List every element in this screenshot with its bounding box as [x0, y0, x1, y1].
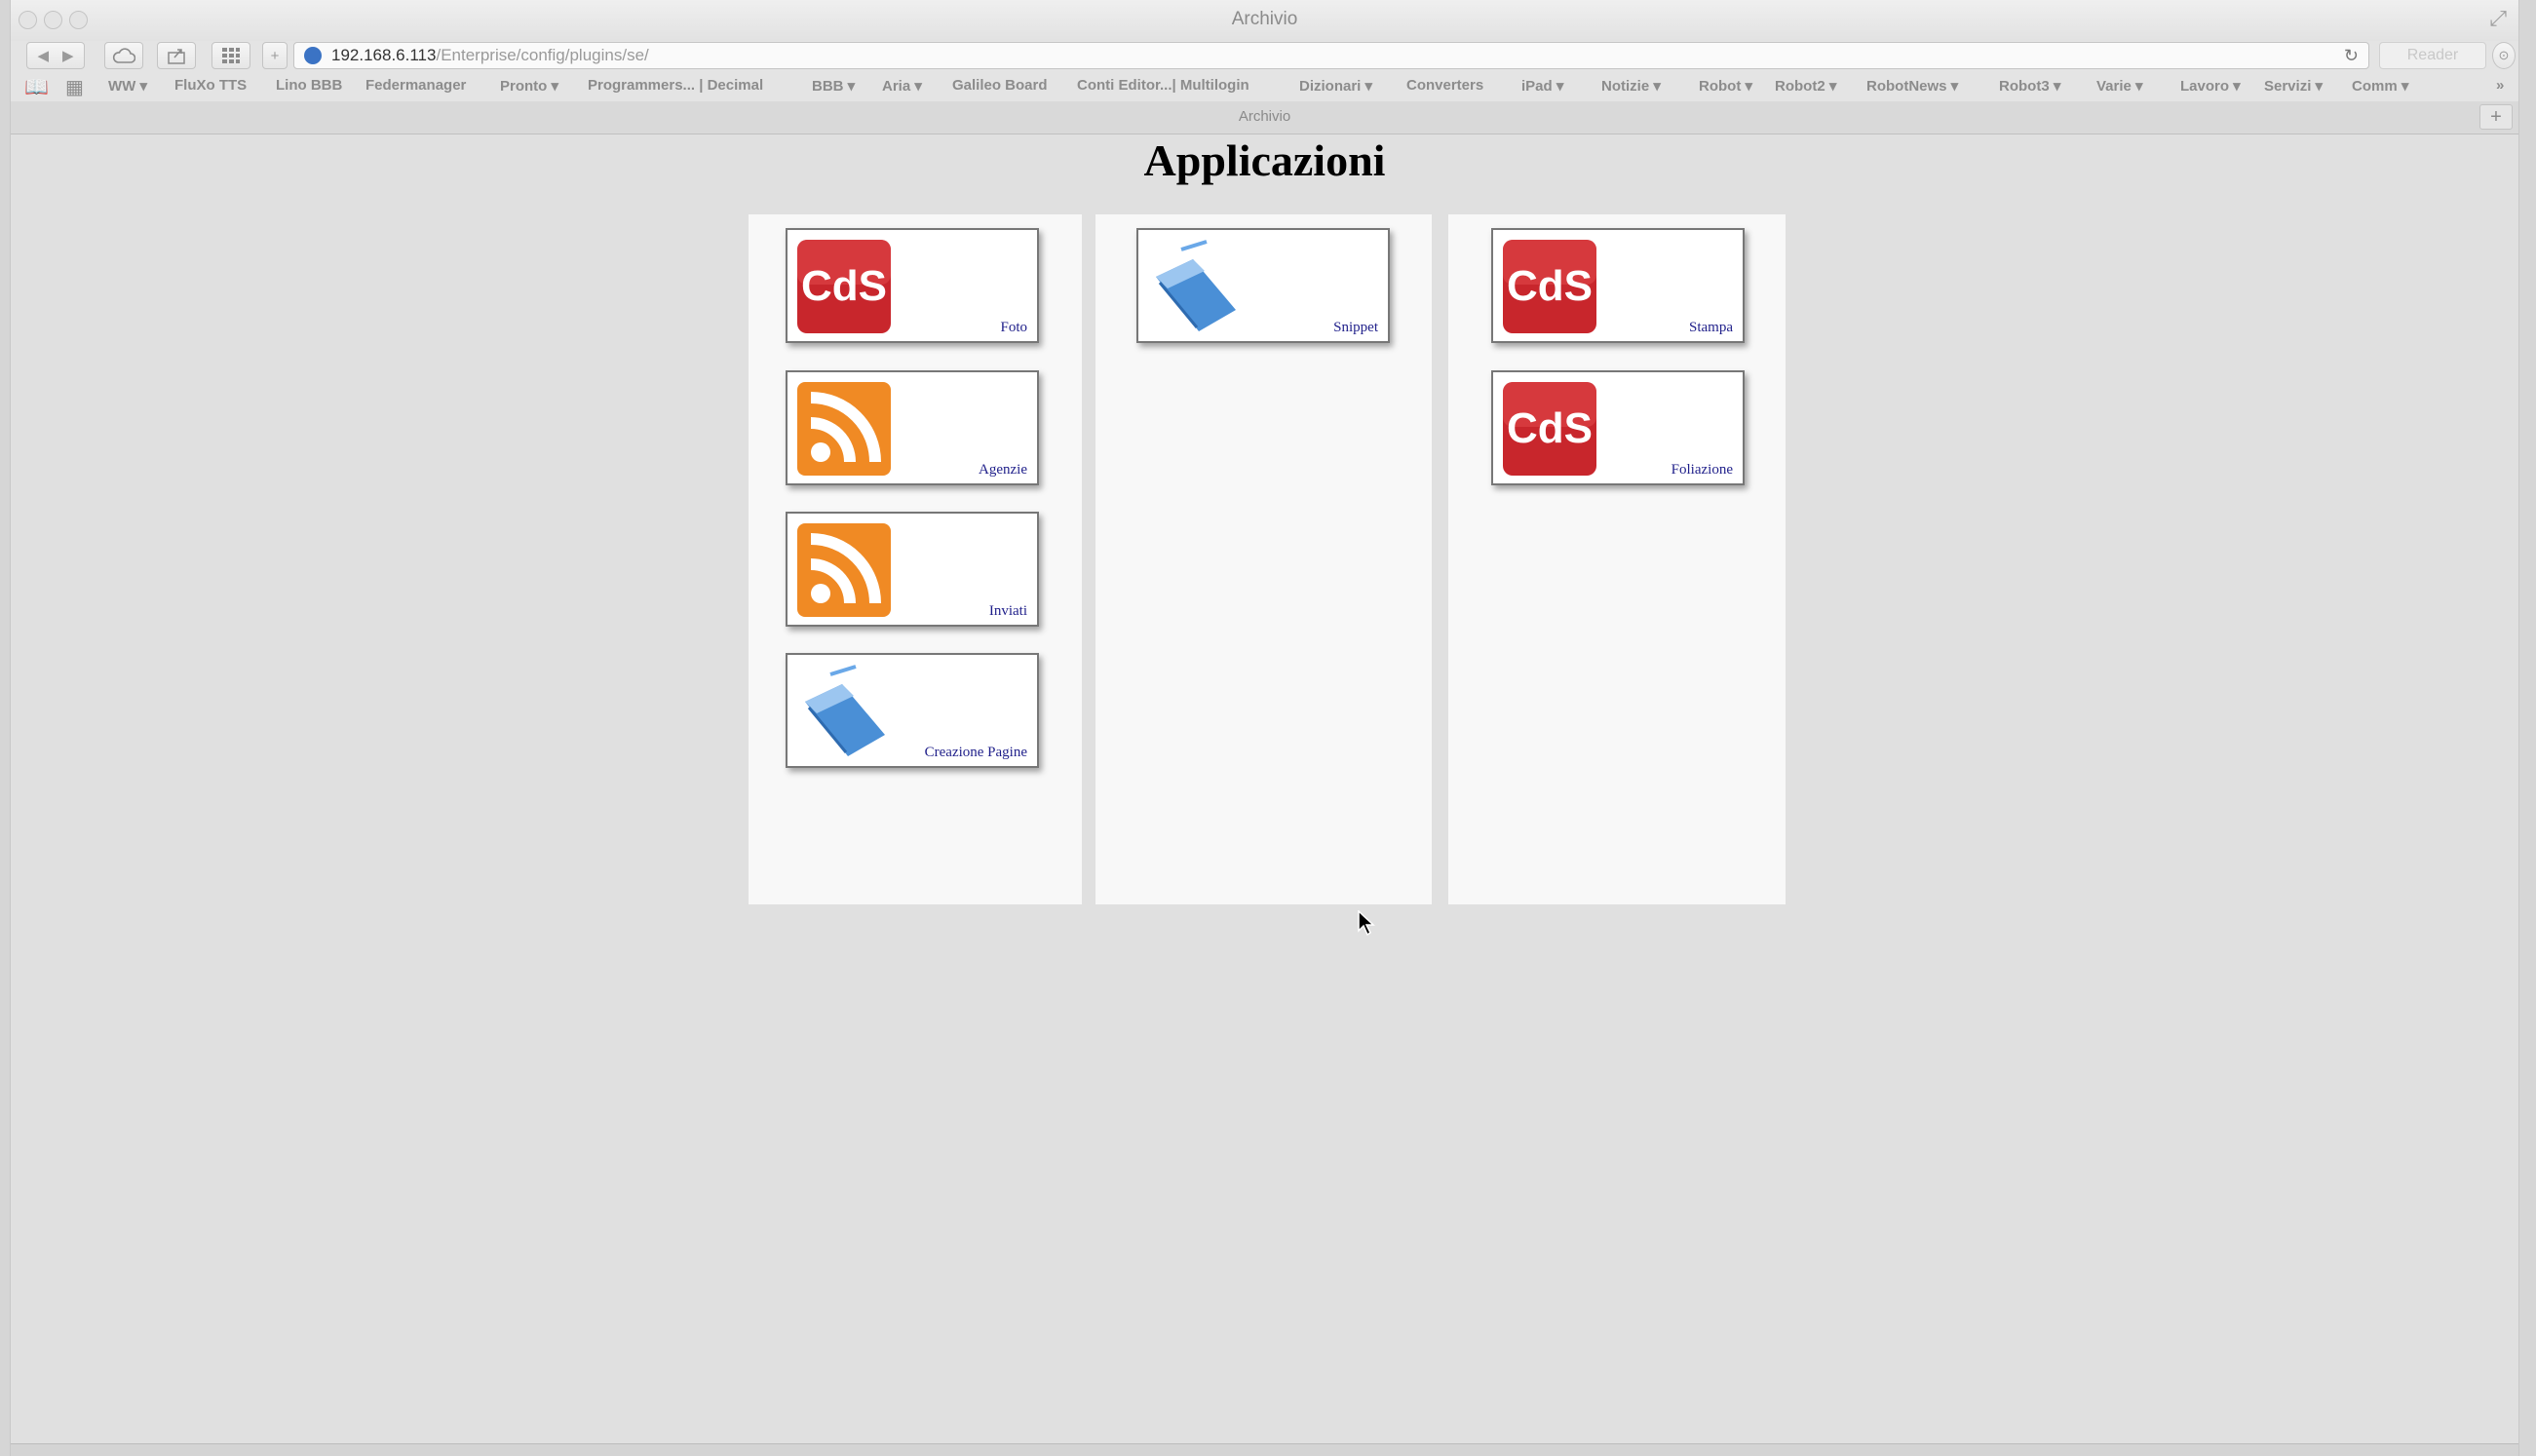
- app-card-foliazione[interactable]: CdS Foliazione: [1491, 370, 1745, 485]
- add-bookmark-button[interactable]: +: [262, 42, 288, 69]
- app-card-foto[interactable]: CdS Foto: [786, 228, 1039, 343]
- globe-icon: [304, 47, 322, 64]
- app-card-snippet[interactable]: Snippet: [1136, 228, 1390, 343]
- bookmark-item[interactable]: WW ▾: [108, 77, 147, 95]
- url-host: 192.168.6.113: [331, 46, 437, 64]
- app-card-agenzie[interactable]: Agenzie: [786, 370, 1039, 485]
- new-tab-button[interactable]: +: [2479, 104, 2513, 130]
- fullscreen-icon[interactable]: ⤢: [2489, 6, 2507, 31]
- svg-text:CdS: CdS: [1507, 404, 1593, 452]
- svg-text:CdS: CdS: [1507, 262, 1593, 310]
- reading-list-icon[interactable]: 📖: [24, 75, 49, 99]
- url-path: /Enterprise/config/plugins/se/: [436, 46, 649, 64]
- app-label: Snippet: [1333, 320, 1378, 335]
- bookmark-item[interactable]: Lino BBB: [276, 77, 342, 94]
- app-label: Foliazione: [1671, 462, 1733, 478]
- app-column-2: Snippet: [1095, 214, 1432, 904]
- rss-icon: [797, 523, 891, 617]
- bookmark-item[interactable]: BBB ▾: [812, 77, 855, 95]
- title-bar: Archivio ⤢: [11, 0, 2518, 41]
- bookmark-item[interactable]: Servizi ▾: [2264, 77, 2323, 95]
- top-sites-button[interactable]: [211, 42, 250, 69]
- app-card-creazione-pagine[interactable]: Creazione Pagine: [786, 653, 1039, 768]
- bookmark-item[interactable]: Comm ▾: [2352, 77, 2408, 95]
- download-icon: ⊙: [2498, 48, 2510, 62]
- bookmark-item[interactable]: Robot ▾: [1699, 77, 1752, 95]
- bookmark-item[interactable]: Notizie ▾: [1601, 77, 1661, 95]
- bookmark-item[interactable]: Galileo Board: [952, 77, 1048, 94]
- app-card-inviati[interactable]: Inviati: [786, 512, 1039, 627]
- cds-icon: CdS: [797, 240, 891, 333]
- plus-icon: +: [270, 47, 280, 64]
- bookmark-item[interactable]: iPad ▾: [1521, 77, 1563, 95]
- book-icon: [1156, 240, 1236, 331]
- app-column-1: CdS Foto Agenzie Inviati Creazione Pagin…: [749, 214, 1082, 904]
- bookmark-item[interactable]: Programmers... | Decimal: [588, 77, 763, 94]
- bookmark-item[interactable]: Lavoro ▾: [2180, 77, 2241, 95]
- reader-button[interactable]: Reader: [2379, 42, 2486, 69]
- share-button[interactable]: [157, 42, 196, 69]
- app-column-3: CdS Stampa CdS Foliazione: [1448, 214, 1786, 904]
- back-icon[interactable]: ◀: [37, 47, 49, 64]
- page-content: Applicazioni CdS Foto Agenzie Inviati Cr…: [11, 134, 2518, 1443]
- book-icon: [805, 665, 885, 756]
- app-label: Creazione Pagine: [924, 745, 1027, 760]
- bookmark-item[interactable]: Robot3 ▾: [1999, 77, 2060, 95]
- mouse-cursor-icon: [1358, 910, 1375, 936]
- app-label: Stampa: [1689, 320, 1733, 335]
- back-forward-buttons[interactable]: ◀ ▶: [26, 42, 85, 69]
- bookmark-item[interactable]: Aria ▾: [882, 77, 922, 95]
- bookmark-item[interactable]: Pronto ▾: [500, 77, 558, 95]
- cds-icon: CdS: [1503, 240, 1596, 333]
- app-label: Foto: [1000, 320, 1027, 335]
- app-label: Inviati: [988, 603, 1027, 619]
- bookmark-item[interactable]: FluXo TTS: [174, 77, 247, 94]
- bookmark-item[interactable]: Conti Editor...| Multilogin: [1077, 77, 1249, 94]
- svg-text:CdS: CdS: [801, 262, 887, 310]
- tab-archivio[interactable]: Archivio: [11, 108, 2518, 125]
- bookmark-item[interactable]: Converters: [1406, 77, 1483, 94]
- bookmark-item[interactable]: RobotNews ▾: [1866, 77, 1958, 95]
- reload-icon[interactable]: ↻: [2344, 46, 2359, 66]
- bookmark-item[interactable]: Dizionari ▾: [1299, 77, 1372, 95]
- app-label: Agenzie: [979, 462, 1027, 478]
- grid-icon: [222, 48, 240, 63]
- app-card-stampa[interactable]: CdS Stampa: [1491, 228, 1745, 343]
- bookmarks-bar: 📖 ▦ WW ▾ FluXo TTS Lino BBB Federmanager…: [11, 72, 2518, 101]
- status-bar: [11, 1443, 2518, 1456]
- forward-icon[interactable]: ▶: [62, 47, 74, 64]
- bookmark-item[interactable]: Varie ▾: [2096, 77, 2143, 95]
- icloud-button[interactable]: [104, 42, 143, 69]
- bookmarks-grid-icon[interactable]: ▦: [65, 75, 84, 99]
- share-icon: [168, 49, 185, 64]
- rss-icon: [797, 382, 891, 476]
- tab-bar: Archivio +: [11, 101, 2518, 134]
- more-bookmarks-icon[interactable]: »: [2496, 77, 2504, 94]
- address-bar[interactable]: 192.168.6.113 /Enterprise/config/plugins…: [293, 42, 2369, 69]
- downloads-button[interactable]: ⊙: [2492, 42, 2516, 69]
- window-title: Archivio: [1231, 9, 1298, 29]
- cds-icon: CdS: [1503, 382, 1596, 476]
- bookmark-item[interactable]: Federmanager: [365, 77, 466, 94]
- cloud-icon: [112, 48, 135, 63]
- browser-window: Archivio ⤢ ◀ ▶ + 192.168.6.113 /Enterpri…: [10, 0, 2519, 1456]
- page-title: Applicazioni: [1143, 135, 1386, 185]
- bookmark-item[interactable]: Robot2 ▾: [1775, 77, 1836, 95]
